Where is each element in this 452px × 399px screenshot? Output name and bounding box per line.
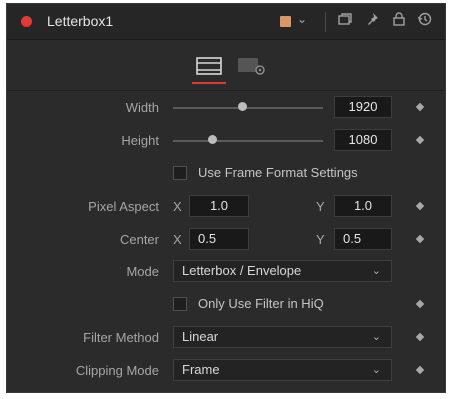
height-slider[interactable]	[173, 140, 323, 142]
controls-tab-icon[interactable]	[196, 56, 222, 81]
clipping-mode-value: Frame	[182, 362, 220, 377]
chevron-down-icon[interactable]: ⌄	[297, 12, 307, 26]
keyframe-diamond-icon[interactable]	[415, 299, 425, 309]
only-hiq-label: Only Use Filter in HiQ	[198, 296, 324, 311]
inspector-panel: Letterbox1 ⌄ Width 1920 Height 1080 Use …	[6, 3, 446, 393]
use-frame-format-checkbox[interactable]	[173, 166, 187, 180]
keyframe-diamond-icon[interactable]	[415, 102, 425, 112]
header-divider	[325, 12, 326, 32]
version-icon[interactable]	[337, 11, 353, 32]
tab-bar	[7, 40, 445, 91]
lock-icon[interactable]	[391, 11, 407, 32]
record-dot-icon[interactable]	[21, 16, 32, 27]
height-field[interactable]: 1080	[334, 129, 392, 151]
center-y-field[interactable]: 0.5	[334, 228, 392, 250]
filter-method-label: Filter Method	[83, 330, 159, 345]
clipping-mode-dropdown[interactable]: Frame ⌄	[173, 359, 392, 381]
mode-dropdown[interactable]: Letterbox / Envelope ⌄	[173, 260, 392, 282]
use-frame-format-label: Use Frame Format Settings	[198, 165, 358, 180]
width-slider[interactable]	[173, 107, 323, 109]
pixel-aspect-y-field[interactable]: 1.0	[334, 195, 392, 217]
only-hiq-checkbox[interactable]	[173, 297, 187, 311]
pixel-aspect-x-field[interactable]: 1.0	[189, 195, 249, 217]
height-slider-thumb[interactable]	[208, 135, 217, 144]
center-x-label: X	[173, 232, 182, 247]
active-tab-indicator	[192, 82, 226, 84]
center-x-field[interactable]: 0.5	[189, 228, 249, 250]
width-label: Width	[125, 100, 159, 115]
pixel-aspect-label: Pixel Aspect	[88, 199, 159, 214]
chevron-down-icon: ⌄	[371, 265, 381, 277]
filter-method-value: Linear	[182, 329, 219, 344]
center-label: Center	[119, 232, 159, 247]
center-y-label: Y	[316, 232, 325, 247]
mode-value: Letterbox / Envelope	[182, 263, 302, 278]
tool-header: Letterbox1 ⌄	[7, 4, 445, 40]
keyframe-diamond-icon[interactable]	[415, 234, 425, 244]
filter-method-dropdown[interactable]: Linear ⌄	[173, 326, 392, 348]
mode-label: Mode	[126, 264, 159, 279]
clipping-mode-label: Clipping Mode	[75, 363, 159, 378]
keyframe-diamond-icon[interactable]	[415, 135, 425, 145]
keyframe-diamond-icon[interactable]	[415, 201, 425, 211]
height-label: Height	[121, 133, 159, 148]
keyframe-diamond-icon[interactable]	[415, 365, 425, 375]
settings-tab-icon[interactable]	[237, 56, 267, 81]
color-swatch-icon[interactable]	[280, 16, 291, 27]
keyframe-diamond-icon[interactable]	[415, 332, 425, 342]
pixel-aspect-y-label: Y	[316, 199, 325, 214]
width-field[interactable]: 1920	[334, 96, 392, 118]
chevron-down-icon: ⌄	[371, 364, 381, 376]
pixel-aspect-x-label: X	[173, 199, 182, 214]
chevron-down-icon: ⌄	[371, 331, 381, 343]
tool-title: Letterbox1	[47, 13, 114, 29]
width-slider-thumb[interactable]	[238, 102, 247, 111]
pin-icon[interactable]	[364, 11, 380, 32]
reset-icon[interactable]	[417, 11, 433, 32]
